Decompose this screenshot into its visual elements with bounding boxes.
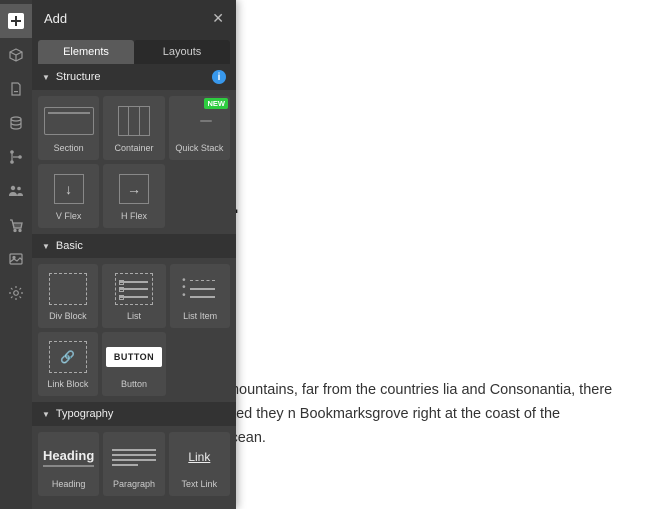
left-toolbar [0,0,32,509]
h-flex-icon: → [119,174,149,204]
element-text-link[interactable]: Link Text Link [169,432,230,496]
element-paragraph[interactable]: Paragraph [103,432,164,496]
structure-grid: Section Container NEW Quick Stack ↓ V Fl… [32,90,236,234]
new-badge: NEW [204,98,228,109]
close-icon[interactable]: ✕ [212,10,224,27]
quick-stack-icon [186,120,212,122]
element-section[interactable]: Section [38,96,99,160]
panel-tabs: Elements Layouts [32,36,236,64]
element-div-block[interactable]: Div Block [38,264,98,328]
caret-down-icon: ▼ [42,410,50,419]
element-list[interactable]: List [102,264,166,328]
section-basic-header[interactable]: ▼ Basic [32,234,236,258]
panel-title: Add [44,11,67,26]
ecommerce-icon[interactable] [0,208,32,242]
tab-elements[interactable]: Elements [38,40,134,64]
container-icon [118,106,150,136]
link-block-icon: 🔗 [49,341,87,373]
box-icon[interactable] [0,38,32,72]
element-link-block[interactable]: 🔗 Link Block [38,332,98,396]
text-link-icon: Link [188,450,210,464]
panel-body: ▼ Structure i Section Container NEW [32,64,236,509]
section-basic-title: Basic [56,240,83,252]
v-flex-icon: ↓ [54,174,84,204]
section-typography-header[interactable]: ▼ Typography [32,402,236,426]
button-icon: BUTTON [106,347,162,367]
caret-down-icon: ▼ [42,73,50,82]
cms-icon[interactable] [0,106,32,140]
element-button[interactable]: BUTTON Button [102,332,166,396]
basic-grid: Div Block List List Item 🔗 Link Block BU… [32,258,236,402]
element-list-item[interactable]: List Item [170,264,230,328]
section-structure-header[interactable]: ▼ Structure i [32,64,236,90]
caret-down-icon: ▼ [42,242,50,251]
navigator-icon[interactable] [0,140,32,174]
tab-layouts[interactable]: Layouts [134,40,230,64]
add-panel: Add ✕ Elements Layouts ▼ Structure i Sec… [32,0,236,509]
div-block-icon [49,273,87,305]
list-icon [115,273,153,305]
add-tool-icon[interactable] [0,4,32,38]
element-container[interactable]: Container [103,96,164,160]
section-structure-title: Structure [56,71,101,83]
element-h-flex[interactable]: → H Flex [103,164,164,228]
section-icon [44,107,94,135]
panel-header: Add ✕ [32,0,236,36]
element-heading[interactable]: Heading Heading [38,432,99,496]
element-v-flex[interactable]: ↓ V Flex [38,164,99,228]
paragraph-icon [112,449,156,466]
info-icon[interactable]: i [212,70,226,84]
typography-grid: Heading Heading Paragraph Link Text Link [32,426,236,502]
heading-icon: Heading [43,448,94,467]
list-item-icon [181,273,219,305]
settings-icon[interactable] [0,276,32,310]
users-icon[interactable] [0,174,32,208]
element-quick-stack[interactable]: NEW Quick Stack [169,96,230,160]
section-typography-title: Typography [56,408,113,420]
assets-icon[interactable] [0,242,32,276]
pages-icon[interactable] [0,72,32,106]
